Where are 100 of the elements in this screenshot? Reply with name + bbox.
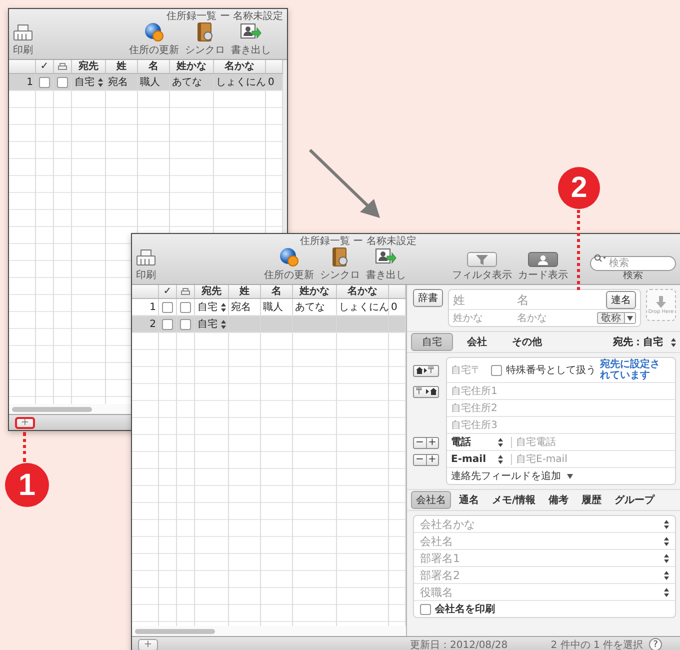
toolbar-button[interactable]: 住所の更新	[127, 22, 181, 57]
toolbar-button[interactable]: 書き出し	[229, 22, 273, 57]
table-cell-text: 職人	[140, 76, 160, 89]
company-tab[interactable]: 履歴	[576, 491, 607, 509]
contact-type-popup[interactable]: E-mail	[451, 454, 507, 464]
company-tab[interactable]: メモ/情報	[487, 491, 541, 509]
selection-count: 2 件中の 1 件を選択	[550, 638, 643, 650]
remove-button[interactable]: −	[414, 454, 426, 464]
house-icon	[416, 367, 422, 374]
contact-type-popup[interactable]: 電話	[451, 435, 507, 449]
kana-field[interactable]: 姓かな	[453, 312, 513, 324]
printer-icon	[136, 249, 156, 267]
column-header[interactable]: 名	[148, 60, 158, 72]
column-header[interactable]: 宛先	[78, 60, 98, 72]
table-row[interactable]: 2 自宅	[132, 316, 406, 333]
company-field[interactable]: 会社名	[420, 534, 660, 548]
column-header[interactable]: 宛先	[202, 286, 222, 298]
checkbox[interactable]	[162, 302, 173, 312]
printer-icon	[58, 63, 67, 70]
house-icon	[430, 388, 436, 395]
company-field[interactable]: 部署名2	[420, 568, 660, 582]
column-header[interactable]: 姓かな	[176, 60, 206, 72]
column-header[interactable]: 名かな	[348, 286, 378, 298]
name-field[interactable]: 姓	[453, 292, 513, 306]
export-card-icon	[375, 247, 397, 267]
right-arrow-icon	[426, 389, 428, 394]
table-row[interactable]: 1 自宅 宛名 職人 あてな しょくにん 0	[132, 299, 406, 316]
destination-link[interactable]: 宛先に設定されています	[600, 359, 662, 381]
updown-arrows-icon	[664, 520, 669, 528]
column-header[interactable]: ✓	[40, 60, 49, 72]
view-toggle-button[interactable]: フィルタ表示	[450, 252, 514, 282]
help-button[interactable]: ?	[649, 638, 662, 650]
checkbox[interactable]	[39, 76, 50, 88]
kana-field[interactable]: 名かな	[517, 312, 577, 324]
checkbox[interactable]	[57, 76, 68, 88]
column-header[interactable]: 姓	[116, 60, 126, 72]
updown-arrows-icon	[664, 570, 669, 580]
horizontal-scrollbar[interactable]	[12, 406, 92, 412]
search-field[interactable]: 検索	[590, 256, 676, 271]
add-button[interactable]: +	[138, 638, 158, 650]
checkbox[interactable]	[420, 604, 431, 614]
company-field[interactable]: 役職名	[420, 586, 660, 598]
checkbox[interactable]	[491, 364, 502, 376]
updown-arrows-icon	[220, 302, 226, 312]
table-row[interactable]: 1 自宅 宛名 職人 あてな しょくにん 0	[9, 74, 283, 91]
destination-popup[interactable]: 自宅	[74, 75, 102, 89]
toolbar-button[interactable]: 印刷	[134, 249, 158, 282]
destination-popup[interactable]: 自宅	[198, 300, 226, 314]
destination-popup[interactable]: 宛先：自宅	[613, 335, 676, 349]
remove-button[interactable]: −	[414, 438, 426, 448]
checkbox[interactable]	[162, 318, 173, 330]
company-tab[interactable]: グループ	[610, 491, 660, 509]
address-tab[interactable]: 会社	[456, 333, 498, 351]
add-field-menu[interactable]: 連絡先フィールドを追加	[451, 469, 573, 483]
name-field[interactable]: 名	[517, 292, 577, 306]
toolbar-button[interactable]: 住所の更新	[262, 247, 316, 282]
postal-convert-button[interactable]: 〒	[413, 386, 439, 398]
address-tab[interactable]: その他	[501, 333, 553, 351]
funnel-icon	[476, 254, 488, 264]
view-toggle-button[interactable]: カード表示	[516, 252, 570, 282]
remove-add-control[interactable]: − +	[413, 436, 439, 448]
toolbar-button[interactable]: シンクロ	[318, 247, 362, 282]
add-button[interactable]: +	[15, 416, 35, 428]
toolbar-button[interactable]: 書き出し	[364, 247, 408, 282]
column-header[interactable]: 姓かな	[300, 286, 330, 298]
updown-arrows-icon	[664, 554, 669, 562]
caret-icon	[627, 316, 633, 320]
add-button[interactable]: +	[426, 438, 438, 448]
company-tab[interactable]: 通名	[454, 491, 484, 509]
company-tab[interactable]: 会社名	[411, 491, 451, 509]
horizontal-scrollbar[interactable]	[135, 628, 215, 634]
joint-name-button[interactable]: 連名	[606, 290, 636, 308]
updown-arrows-icon	[664, 588, 669, 596]
column-header[interactable]: 姓	[240, 286, 250, 298]
company-tab[interactable]: 備考	[544, 491, 574, 509]
column-header[interactable]: ✓	[163, 286, 172, 298]
company-field[interactable]: 会社名かな	[420, 518, 660, 530]
updated-date: 更新日：2012/08/28	[410, 638, 508, 650]
checkbox[interactable]	[180, 318, 191, 330]
postal-convert-button[interactable]: 〒	[413, 364, 439, 376]
book-icon	[196, 22, 214, 42]
column-header[interactable]: 名かな	[224, 60, 254, 72]
step-badge: 1	[5, 463, 49, 507]
window-title: 住所録一覧 ー 名称未設定	[300, 234, 416, 248]
updown-arrows-icon	[671, 338, 676, 346]
updown-arrows-icon	[498, 454, 503, 464]
checkbox[interactable]	[180, 302, 191, 312]
honorific-dropdown[interactable]: 敬称	[597, 312, 636, 324]
arrow	[308, 148, 380, 218]
destination-popup[interactable]: 自宅	[198, 317, 226, 331]
column-header[interactable]: 名	[272, 286, 282, 298]
dictionary-button[interactable]: 辞書	[413, 289, 443, 307]
toolbar-button[interactable]: 印刷	[11, 24, 35, 57]
company-field[interactable]: 部署名1	[420, 552, 660, 564]
add-button[interactable]: +	[426, 454, 438, 464]
toolbar-button[interactable]: シンクロ	[183, 22, 227, 57]
remove-add-control[interactable]: − +	[413, 454, 439, 466]
address-tab[interactable]: 自宅	[411, 333, 453, 351]
table-cell-text: 職人	[263, 300, 283, 314]
checkbox-label: 会社名を印刷	[435, 602, 495, 616]
